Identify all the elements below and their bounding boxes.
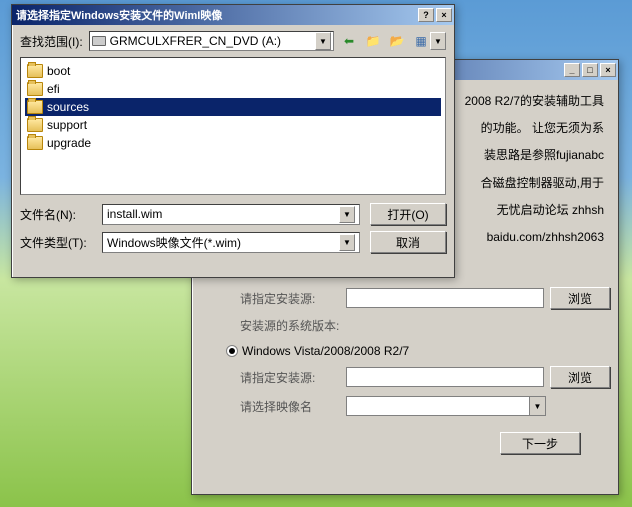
filename-value: install.wim: [107, 207, 162, 221]
image-select[interactable]: ▼: [346, 396, 546, 416]
filename-label: 文件名(N):: [20, 206, 92, 223]
folder-icon: [27, 118, 43, 132]
folder-item[interactable]: support: [25, 116, 441, 134]
folder-item[interactable]: boot: [25, 62, 441, 80]
file-list[interactable]: boot efi sources support upgrade: [20, 57, 446, 195]
chevron-down-icon[interactable]: ▼: [430, 32, 446, 50]
file-open-dialog: 请选择指定Windows安装文件的WimI映像 ? × 查找范围(I): GRM…: [11, 4, 455, 278]
back-icon[interactable]: ⬅: [340, 32, 358, 50]
source-label-2: 请指定安装源:: [240, 369, 340, 386]
image-label: 请选择映像名: [240, 398, 340, 415]
fd-title: 请选择指定Windows安装文件的WimI映像: [14, 7, 418, 23]
source-input-2[interactable]: [346, 367, 544, 387]
filetype-select[interactable]: Windows映像文件(*.wim) ▼: [102, 232, 360, 253]
chevron-down-icon: ▼: [339, 234, 355, 251]
folder-name: support: [47, 118, 87, 132]
radio-vista-label: Windows Vista/2008/2008 R2/7: [242, 344, 409, 358]
help-button[interactable]: ?: [418, 8, 434, 22]
open-button[interactable]: 打开(O): [370, 203, 446, 225]
close-button[interactable]: ×: [436, 8, 452, 22]
sysver-label: 安装源的系统版本:: [240, 317, 340, 334]
folder-name: sources: [47, 100, 89, 114]
folder-item[interactable]: efi: [25, 80, 441, 98]
disk-icon: [92, 36, 106, 46]
new-folder-icon[interactable]: 📂: [388, 32, 406, 50]
folder-icon: [27, 100, 43, 114]
fd-titlebar: 请选择指定Windows安装文件的WimI映像 ? ×: [12, 5, 454, 25]
drive-text: GRMCULXFRER_CN_DVD (A:): [110, 34, 281, 48]
chevron-down-icon: ▼: [339, 206, 355, 223]
folder-name: efi: [47, 82, 60, 96]
chevron-down-icon: ▼: [315, 32, 331, 50]
filetype-label: 文件类型(T):: [20, 234, 92, 251]
browse-button-1[interactable]: 浏览: [550, 287, 610, 309]
chevron-down-icon: ▼: [529, 397, 545, 415]
folder-name: upgrade: [47, 136, 91, 150]
source-input-1[interactable]: [346, 288, 544, 308]
radio-vista[interactable]: [226, 345, 238, 357]
folder-icon: [27, 64, 43, 78]
lookin-dropdown[interactable]: GRMCULXFRER_CN_DVD (A:) ▼: [89, 31, 334, 51]
views-icon[interactable]: ▦: [412, 32, 430, 50]
lookin-label: 查找范围(I):: [20, 33, 83, 50]
folder-icon: [27, 82, 43, 96]
source-label-1: 请指定安装源:: [240, 290, 340, 307]
maximize-button[interactable]: □: [582, 63, 598, 77]
minimize-button[interactable]: _: [564, 63, 580, 77]
folder-icon: [27, 136, 43, 150]
browse-button-2[interactable]: 浏览: [550, 366, 610, 388]
filename-input[interactable]: install.wim ▼: [102, 204, 360, 225]
close-button[interactable]: ×: [600, 63, 616, 77]
cancel-button[interactable]: 取消: [370, 231, 446, 253]
next-button[interactable]: 下一步: [500, 432, 580, 454]
folder-item[interactable]: upgrade: [25, 134, 441, 152]
folder-item-selected[interactable]: sources: [25, 98, 441, 116]
up-icon[interactable]: 📁: [364, 32, 382, 50]
folder-name: boot: [47, 64, 70, 78]
filetype-value: Windows映像文件(*.wim): [107, 234, 241, 251]
